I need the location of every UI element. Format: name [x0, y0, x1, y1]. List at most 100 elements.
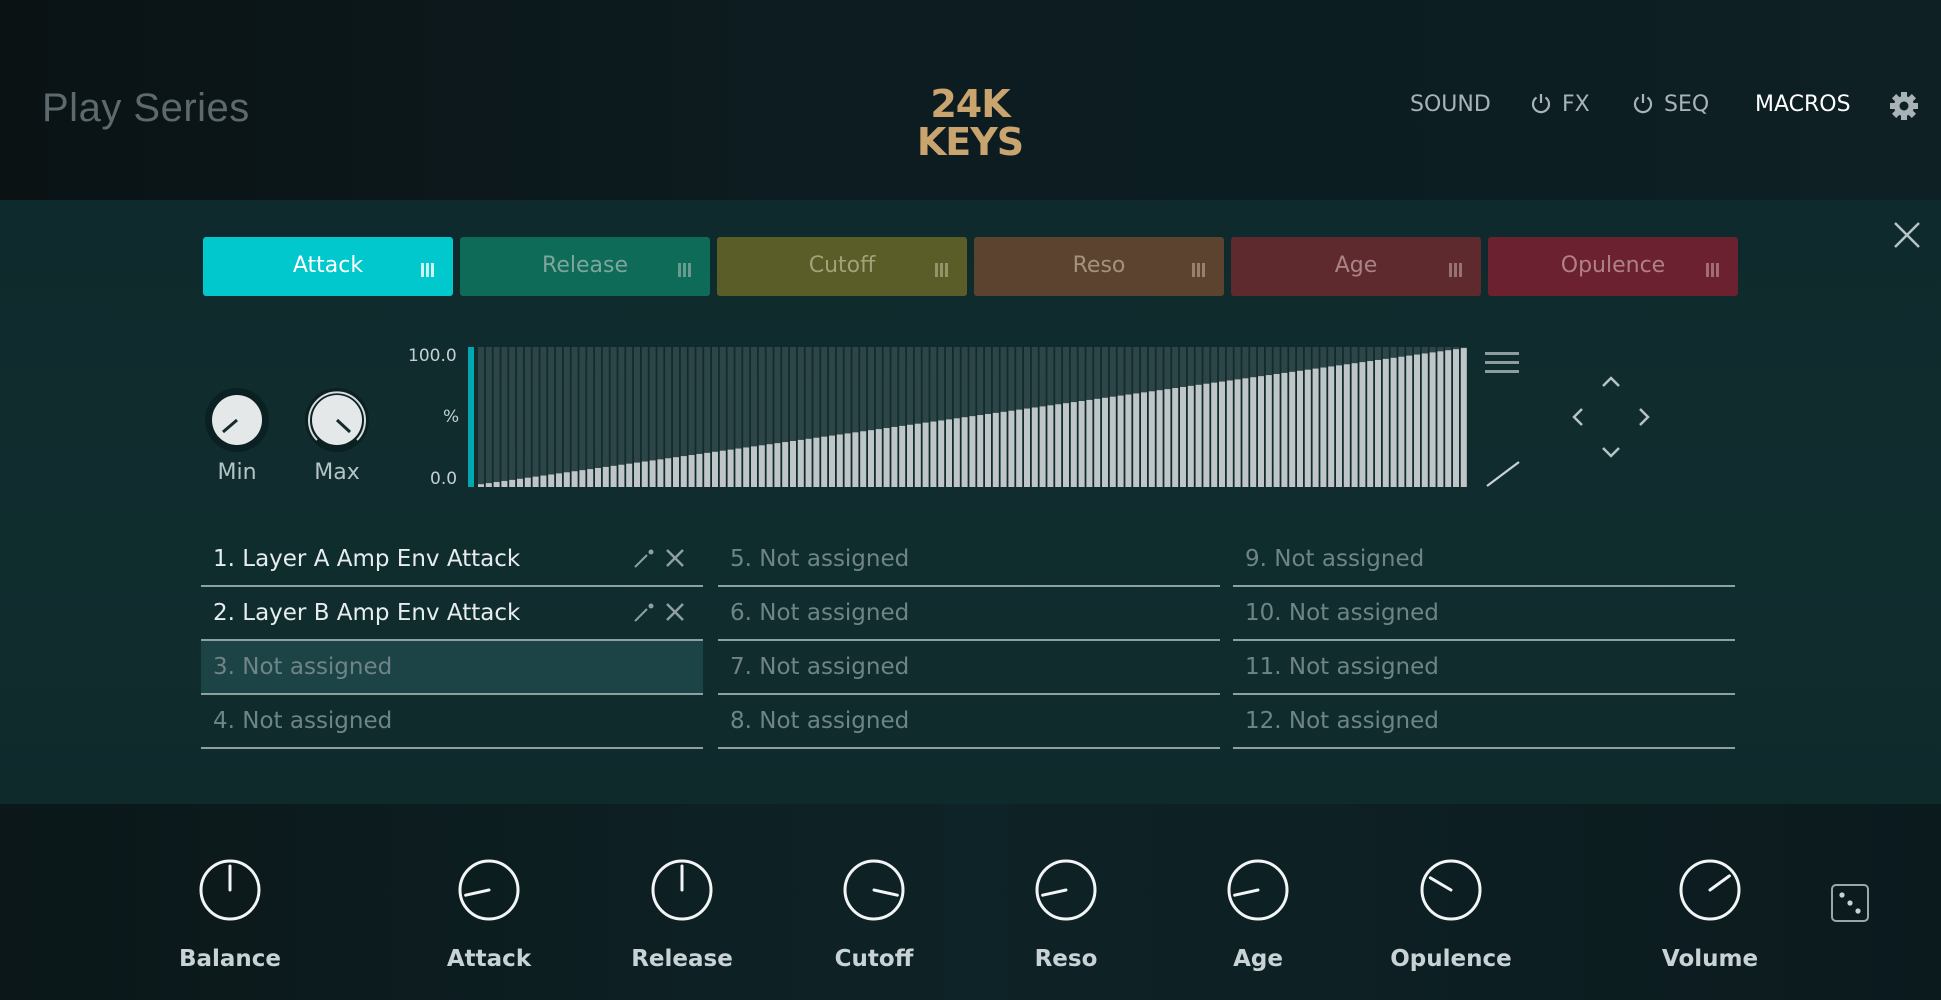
- assignment-slot[interactable]: 3. Not assigned: [201, 641, 703, 695]
- close-icon[interactable]: [1892, 220, 1922, 254]
- nav-sound-label: SOUND: [1410, 92, 1491, 117]
- macro-knob-volume[interactable]: [1670, 850, 1750, 930]
- step-bar: [556, 473, 562, 487]
- nav-macros[interactable]: MACROS: [1755, 92, 1851, 117]
- drag-handle-icon[interactable]: [935, 258, 951, 277]
- step-bar: [1250, 377, 1257, 487]
- gear-icon[interactable]: [1889, 91, 1919, 125]
- step-bar: [1382, 358, 1389, 487]
- step-bar: [1078, 401, 1085, 487]
- step-bar: [1304, 369, 1311, 487]
- macro-knob-opulence[interactable]: [1411, 850, 1491, 930]
- step-bar: [961, 417, 968, 487]
- assignment-slot[interactable]: 12. Not assigned: [1233, 695, 1735, 749]
- slot-label: 5. Not assigned: [730, 546, 910, 572]
- step-bar: [1336, 365, 1342, 487]
- macro-knob-label: Attack: [446, 946, 532, 972]
- step-bar: [1070, 402, 1077, 487]
- assignment-slot[interactable]: 10. Not assigned: [1233, 587, 1735, 641]
- macro-knob-label: Opulence: [1390, 946, 1512, 972]
- tab-attack[interactable]: Attack: [203, 237, 453, 296]
- nav-fx-label: FX: [1562, 92, 1590, 117]
- step-bar: [1226, 380, 1233, 487]
- macro-knob-reso[interactable]: [1026, 850, 1106, 930]
- assignment-slot[interactable]: 2. Layer B Amp Env Attack: [201, 587, 703, 641]
- step-bar: [844, 433, 851, 487]
- step-slot: [563, 347, 570, 487]
- macro-knob-attack[interactable]: [449, 850, 529, 930]
- dice-icon[interactable]: [1830, 883, 1870, 927]
- drag-handle-icon[interactable]: [1449, 258, 1465, 277]
- assignment-slot[interactable]: 1. Layer A Amp Env Attack: [201, 533, 703, 587]
- macro-knob-age[interactable]: [1218, 850, 1298, 930]
- tab-age[interactable]: Age: [1231, 237, 1481, 296]
- step-bar: [1109, 396, 1116, 487]
- step-bar: [571, 471, 578, 487]
- step-bar: [1437, 351, 1444, 487]
- remove-icon: [666, 603, 684, 621]
- shift-arrows-control[interactable]: [1568, 372, 1654, 466]
- y-axis-max-label: 100.0: [408, 346, 457, 366]
- power-icon[interactable]: [1632, 92, 1654, 120]
- tab-label: Reso: [1072, 253, 1126, 278]
- drag-handle-icon[interactable]: [678, 258, 694, 277]
- step-slot: [587, 347, 594, 487]
- tab-reso[interactable]: Reso: [974, 237, 1224, 296]
- step-bar: [735, 448, 742, 487]
- step-bar: [704, 452, 711, 487]
- arrow-right-icon: [1639, 408, 1650, 426]
- menu-icon[interactable]: [1485, 350, 1519, 380]
- assignment-slot[interactable]: 7. Not assigned: [718, 641, 1220, 695]
- assignment-slot[interactable]: 6. Not assigned: [718, 587, 1220, 641]
- step-bar: [743, 447, 750, 487]
- ramp-shape-icon[interactable]: [1485, 460, 1521, 492]
- step-bar: [688, 455, 695, 487]
- min-knob-label: Min: [217, 460, 257, 485]
- step-bar: [1211, 382, 1218, 487]
- step-bar: [1359, 362, 1366, 487]
- assignment-slot[interactable]: 4. Not assigned: [201, 695, 703, 749]
- nav-fx[interactable]: FX: [1530, 92, 1590, 120]
- step-bar: [524, 477, 531, 487]
- nav-macros-label: MACROS: [1755, 92, 1851, 117]
- tab-opulence[interactable]: Opulence: [1488, 237, 1738, 296]
- step-bar: [1094, 398, 1101, 487]
- assignment-slot[interactable]: 5. Not assigned: [718, 533, 1220, 587]
- assignment-slot[interactable]: 9. Not assigned: [1233, 533, 1735, 587]
- assignment-slot[interactable]: 8. Not assigned: [718, 695, 1220, 749]
- step-bar: [1024, 408, 1030, 487]
- macro-knob-balance[interactable]: [190, 850, 270, 930]
- max-knob[interactable]: [303, 386, 371, 458]
- step-slot: [579, 347, 586, 487]
- macro-knob-label: Reso: [1034, 946, 1098, 972]
- power-icon[interactable]: [1530, 92, 1552, 120]
- step-bar: [930, 421, 937, 487]
- step-bar: [1008, 410, 1015, 487]
- macro-knob-cutoff[interactable]: [834, 850, 914, 930]
- macro-knob-release[interactable]: [642, 850, 722, 930]
- drag-handle-icon[interactable]: [421, 258, 437, 277]
- tab-cutoff[interactable]: Cutoff: [717, 237, 967, 296]
- nav-seq[interactable]: SEQ: [1632, 92, 1709, 120]
- nav-sound[interactable]: SOUND: [1410, 92, 1491, 117]
- nav-seq-label: SEQ: [1664, 92, 1710, 117]
- assignment-slot[interactable]: 11. Not assigned: [1233, 641, 1735, 695]
- step-bar: [992, 412, 999, 487]
- step-bar: [1312, 368, 1319, 487]
- drag-handle-icon[interactable]: [1706, 258, 1722, 277]
- step-bar: [1343, 364, 1350, 487]
- step-bar: [1406, 355, 1413, 487]
- min-knob[interactable]: [203, 386, 271, 458]
- step-slot: [485, 347, 492, 487]
- step-bar: [517, 478, 523, 487]
- step-bar: [696, 453, 703, 487]
- step-sequence-editor[interactable]: [468, 347, 1474, 487]
- step-bar: [665, 458, 672, 487]
- step-bar: [1367, 361, 1374, 487]
- drag-handle-icon[interactable]: [1192, 258, 1208, 277]
- step-bar: [1421, 353, 1428, 487]
- step-bar: [1351, 363, 1358, 487]
- step-slot: [540, 347, 547, 487]
- tab-release[interactable]: Release: [460, 237, 710, 296]
- step-bar: [1429, 352, 1436, 487]
